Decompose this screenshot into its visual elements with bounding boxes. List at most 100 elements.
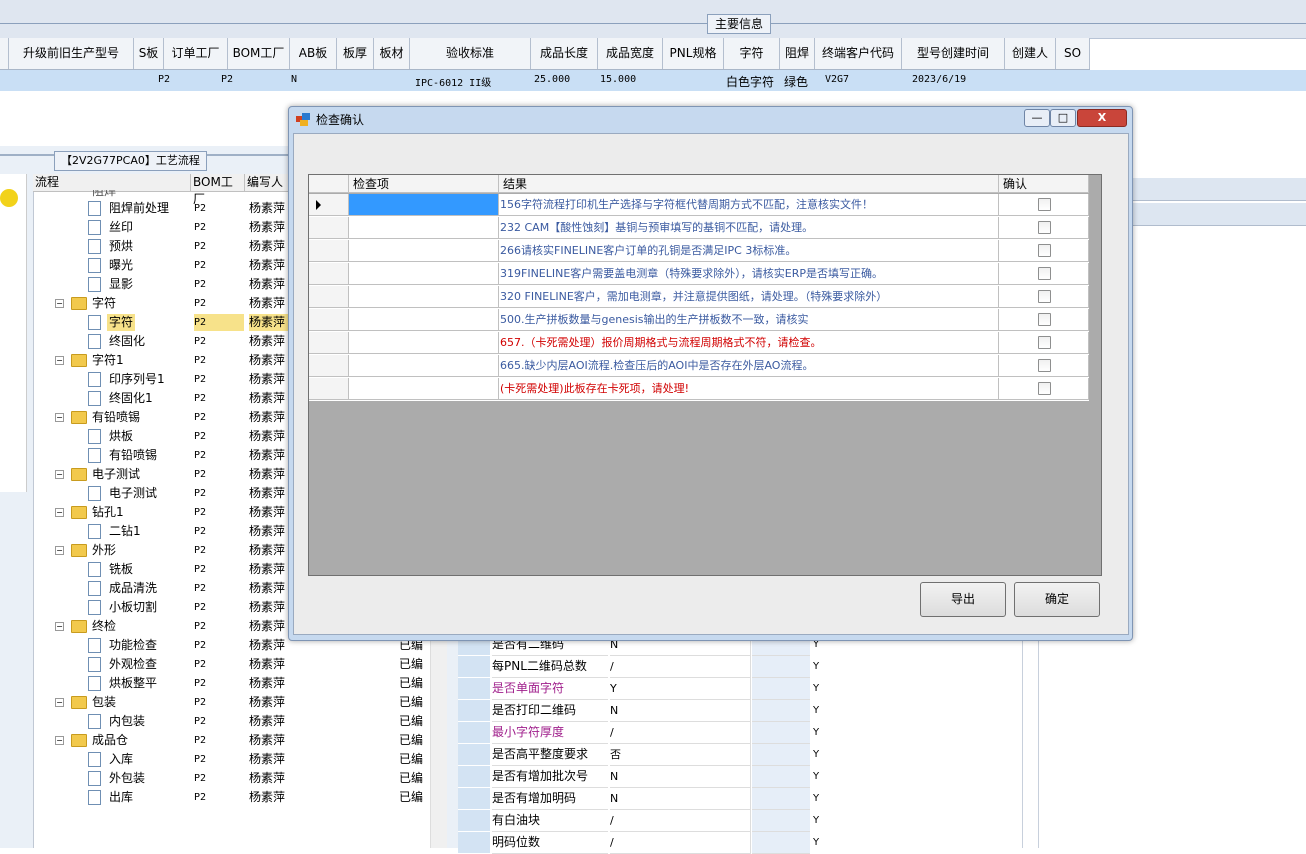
- property-value[interactable]: N: [610, 766, 751, 788]
- column-header[interactable]: BOM工厂: [228, 38, 290, 69]
- collapse-icon[interactable]: −: [55, 508, 64, 517]
- export-button[interactable]: 导出: [920, 582, 1006, 617]
- collapse-icon[interactable]: −: [55, 356, 64, 365]
- tree-header-bom[interactable]: BOM工厂: [191, 174, 245, 206]
- row-selector[interactable]: [309, 309, 349, 331]
- row-selector[interactable]: [309, 217, 349, 239]
- scrollbar[interactable]: [430, 640, 447, 848]
- property-value[interactable]: /: [610, 832, 751, 854]
- property-value[interactable]: /: [610, 656, 751, 678]
- tree-row[interactable]: 外观检查 P2 杨素萍 已编写: [33, 655, 445, 674]
- column-header[interactable]: 升级前旧生产型号: [9, 38, 134, 69]
- confirm-checkbox[interactable]: [1038, 359, 1051, 372]
- confirm-checkbox[interactable]: [1038, 198, 1051, 211]
- column-header[interactable]: 字符: [724, 38, 780, 69]
- tree-row[interactable]: − 成品仓 P2 杨素萍 已编写: [33, 731, 445, 750]
- row-selector[interactable]: [309, 332, 349, 354]
- collapse-icon[interactable]: −: [55, 470, 64, 479]
- property-row[interactable]: 是否单面字符 Y Y: [458, 678, 830, 700]
- property-value[interactable]: N: [610, 788, 751, 810]
- tree-row[interactable]: 内包装 P2 杨素萍 已编写: [33, 712, 445, 731]
- property-row[interactable]: 是否有增加明码 N Y: [458, 788, 830, 810]
- collapse-icon[interactable]: −: [55, 698, 64, 707]
- column-header[interactable]: 创建人: [1005, 38, 1056, 69]
- confirm-checkbox[interactable]: [1038, 267, 1051, 280]
- column-header[interactable]: PNL规格: [663, 38, 724, 69]
- collapse-icon[interactable]: −: [55, 413, 64, 422]
- check-row[interactable]: 665.缺少内层AOI流程.检查压后的AOI中是否存在外层AO流程。: [309, 355, 1089, 378]
- ok-button[interactable]: 确定: [1014, 582, 1100, 617]
- confirm-checkbox[interactable]: [1038, 313, 1051, 326]
- tree-header-process[interactable]: 流程: [33, 174, 191, 191]
- check-item-cell[interactable]: [349, 194, 499, 216]
- check-row[interactable]: 657.（卡死需处理）报价周期格式与流程周期格式不符，请检查。: [309, 332, 1089, 355]
- tree-row[interactable]: 外包装 P2 杨素萍 已编写: [33, 769, 445, 788]
- check-item-cell[interactable]: [349, 263, 499, 285]
- property-row[interactable]: 有白油块 / Y: [458, 810, 830, 832]
- row-selector[interactable]: [309, 263, 349, 285]
- column-header[interactable]: 型号创建时间: [902, 38, 1005, 69]
- col-check-item[interactable]: 检查项: [349, 175, 499, 193]
- tree-row[interactable]: 入库 P2 杨素萍 已编写: [33, 750, 445, 769]
- column-header[interactable]: 成品长度: [531, 38, 598, 69]
- row-selector[interactable]: [309, 286, 349, 308]
- check-item-cell[interactable]: [349, 355, 499, 377]
- column-header[interactable]: SO: [1056, 38, 1090, 69]
- confirm-checkbox[interactable]: [1038, 382, 1051, 395]
- column-header[interactable]: 订单工厂: [164, 38, 228, 69]
- collapse-icon[interactable]: −: [55, 622, 64, 631]
- property-row[interactable]: 最小字符厚度 / Y: [458, 722, 830, 744]
- column-header[interactable]: S板: [134, 38, 164, 69]
- tree-row[interactable]: 出库 P2 杨素萍 已编写: [33, 788, 445, 807]
- chat-bubble-icon[interactable]: [0, 189, 18, 207]
- check-row[interactable]: 156字符流程打印机生产选择与字符框代替周期方式不匹配，注意核实文件！: [309, 194, 1089, 217]
- property-row[interactable]: 是否有增加批次号 N Y: [458, 766, 830, 788]
- check-item-cell[interactable]: [349, 286, 499, 308]
- tree-row[interactable]: − 包装 P2 杨素萍 已编写: [33, 693, 445, 712]
- property-value[interactable]: N: [610, 700, 751, 722]
- property-value[interactable]: /: [610, 810, 751, 832]
- check-item-cell[interactable]: [349, 217, 499, 239]
- column-header[interactable]: 阻焊: [780, 38, 815, 69]
- column-header[interactable]: 板材: [374, 38, 410, 69]
- col-confirm[interactable]: 确认: [999, 175, 1089, 193]
- column-header[interactable]: 成品宽度: [598, 38, 663, 69]
- close-button[interactable]: X: [1077, 109, 1127, 127]
- confirm-checkbox[interactable]: [1038, 244, 1051, 257]
- check-item-cell[interactable]: [349, 240, 499, 262]
- collapse-icon[interactable]: −: [55, 736, 64, 745]
- check-item-cell[interactable]: [349, 378, 499, 400]
- check-item-cell[interactable]: [349, 309, 499, 331]
- check-item-cell[interactable]: [349, 332, 499, 354]
- row-selector[interactable]: [309, 194, 349, 216]
- column-header[interactable]: 验收标准: [410, 38, 531, 69]
- check-row[interactable]: (卡死需处理)此板存在卡死项，请处理!: [309, 378, 1089, 401]
- check-row[interactable]: 319FINELINE客户需要盖电测章（特殊要求除外），请核实ERP是否填写正确…: [309, 263, 1089, 286]
- collapse-icon[interactable]: −: [55, 299, 64, 308]
- column-header[interactable]: AB板: [290, 38, 337, 69]
- confirm-checkbox[interactable]: [1038, 221, 1051, 234]
- row-selector[interactable]: [309, 355, 349, 377]
- maximize-button[interactable]: □: [1050, 109, 1076, 127]
- check-row[interactable]: 320 FINELINE客户，需加电测章，并注意提供图纸，请处理。（特殊要求除外…: [309, 286, 1089, 309]
- property-row[interactable]: 是否高平整度要求否 Y: [458, 744, 830, 766]
- property-value[interactable]: Y: [610, 678, 751, 700]
- check-row[interactable]: 266请核实FINELINE客户订单的孔铜是否满足IPC 3标标准。: [309, 240, 1089, 263]
- column-header[interactable]: 板厚: [337, 38, 374, 69]
- check-row[interactable]: 232 CAM【酸性蚀刻】基铜与预审填写的基铜不匹配，请处理。: [309, 217, 1089, 240]
- confirm-checkbox[interactable]: [1038, 290, 1051, 303]
- minimize-button[interactable]: —: [1024, 109, 1050, 127]
- confirm-checkbox[interactable]: [1038, 336, 1051, 349]
- check-row[interactable]: 500.生产拼板数量与genesis输出的生产拼板数不一致，请核实: [309, 309, 1089, 332]
- property-value[interactable]: 否: [610, 744, 751, 766]
- column-header[interactable]: 终端客户代码: [815, 38, 902, 69]
- property-row[interactable]: 明码位数 / Y: [458, 832, 830, 854]
- col-result[interactable]: 结果: [499, 175, 999, 193]
- property-row[interactable]: 是否打印二维码 N Y: [458, 700, 830, 722]
- property-value[interactable]: /: [610, 722, 751, 744]
- row-selector[interactable]: [309, 378, 349, 400]
- tree-row[interactable]: 烘板整平 P2 杨素萍 已编写: [33, 674, 445, 693]
- property-row[interactable]: 每PNL二维码总数 / Y: [458, 656, 830, 678]
- table-row[interactable]: [0, 70, 1306, 91]
- collapse-icon[interactable]: −: [55, 546, 64, 555]
